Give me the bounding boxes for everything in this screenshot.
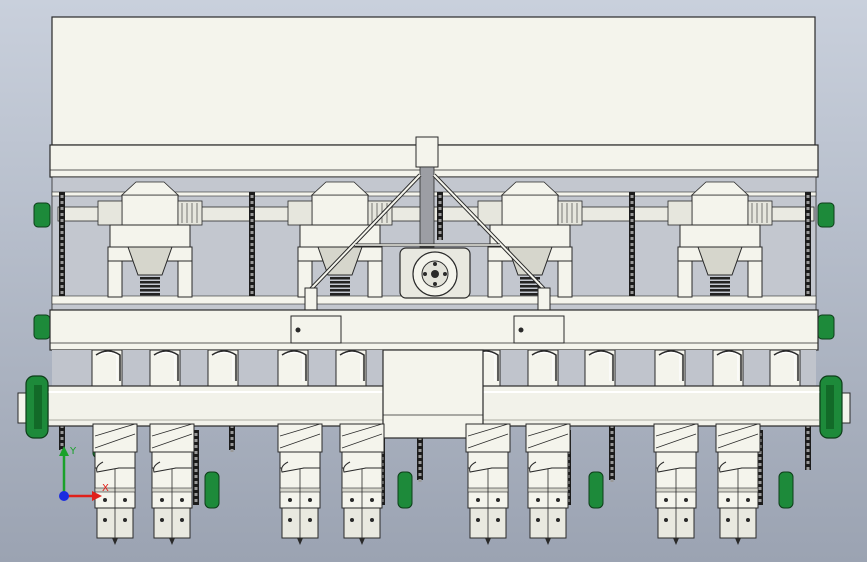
left-side-wheel[interactable]	[17, 375, 49, 439]
x-axis-label: X	[102, 483, 109, 494]
opener-shank	[335, 349, 367, 389]
seed-hopper[interactable]	[51, 16, 816, 146]
drive-chain	[59, 192, 65, 296]
sprocket-icon	[817, 314, 835, 340]
opener-boot	[339, 423, 385, 545]
drive-chain	[629, 192, 635, 296]
opener-shank	[654, 349, 686, 389]
opener-shank	[769, 349, 801, 389]
seed-drill-model[interactable]	[0, 0, 867, 562]
opener-boot	[149, 423, 195, 545]
sprocket-icon	[33, 202, 51, 228]
coordinate-triad: Y X	[59, 446, 109, 501]
opener-shank	[91, 349, 123, 389]
z-axis-dot-icon	[59, 491, 69, 501]
opener-boot	[277, 423, 323, 545]
opener-boot	[653, 423, 699, 545]
sprocket-icon	[778, 471, 794, 509]
sprocket-icon	[204, 471, 220, 509]
opener-shank	[207, 349, 239, 389]
main-frame-beam[interactable]	[49, 309, 819, 351]
sprocket-icon	[397, 471, 413, 509]
gearbox[interactable]	[399, 247, 471, 299]
opener-boot	[525, 423, 571, 545]
y-axis-label: Y	[69, 446, 77, 457]
drive-chain	[805, 192, 811, 296]
x-axis-arrow-icon	[92, 491, 102, 501]
opener-shank	[277, 349, 309, 389]
opener-shank	[527, 349, 559, 389]
cad-viewport[interactable]: Y X	[0, 0, 867, 562]
y-axis-arrow-icon	[59, 446, 69, 456]
drive-chain	[249, 192, 255, 296]
drive-chain	[437, 192, 443, 240]
sprocket-icon	[588, 471, 604, 509]
opener-boot	[465, 423, 511, 545]
opener-shank	[584, 349, 616, 389]
opener-boot	[715, 423, 761, 545]
right-side-wheel[interactable]	[819, 375, 851, 439]
opener-shank	[712, 349, 744, 389]
opener-shank	[149, 349, 181, 389]
sprocket-icon	[33, 314, 51, 340]
sprocket-icon	[817, 202, 835, 228]
